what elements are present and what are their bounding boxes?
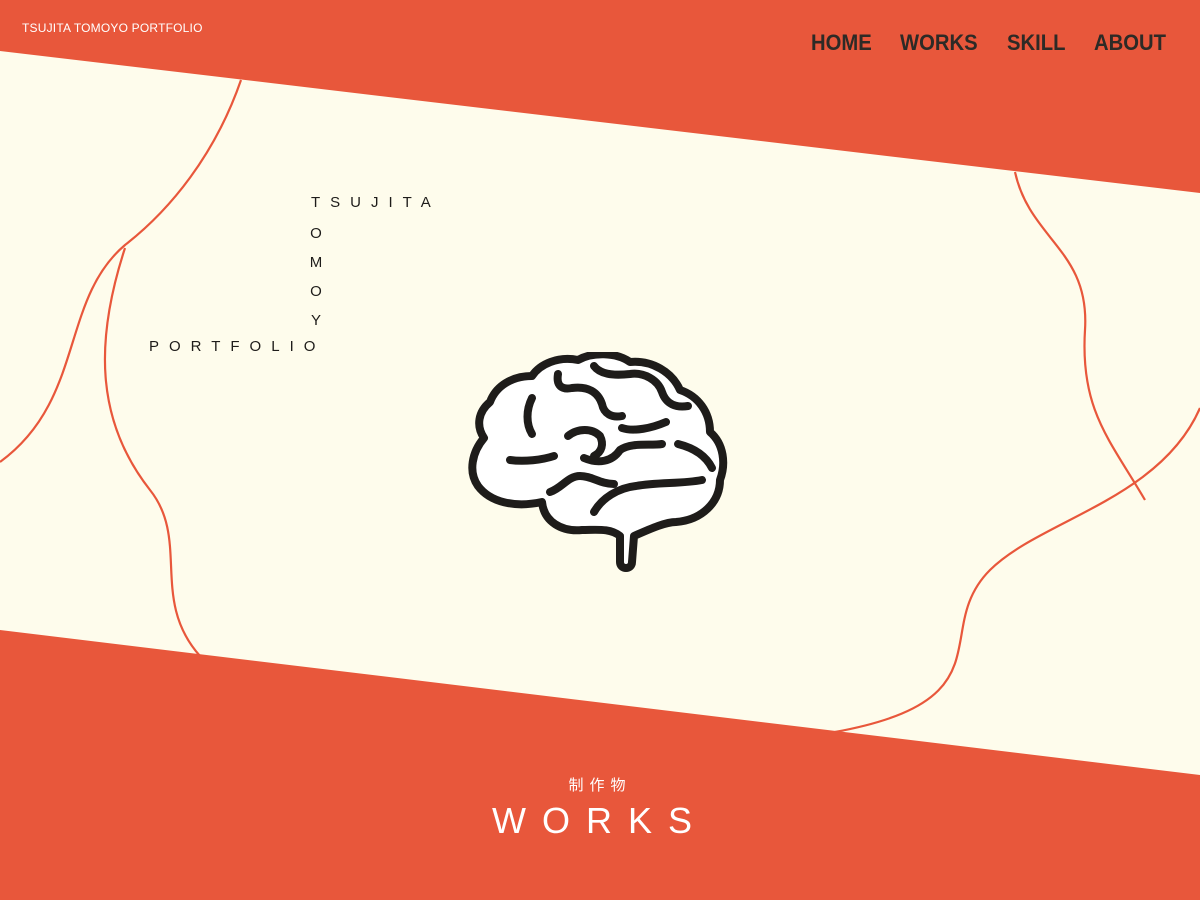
main-nav: HOME WORKS SKILL ABOUT (811, 30, 1172, 56)
curve-right-inner (1013, 171, 1146, 501)
nav-skill[interactable]: SKILL (1007, 30, 1065, 56)
bottom-band (0, 630, 1200, 900)
section-title: WORKS (491, 800, 708, 841)
curve-left-inner (103, 247, 201, 657)
curve-left-outer (0, 79, 243, 463)
site-title[interactable]: TSUJITA TOMOYO PORTFOLIO (22, 21, 203, 35)
nav-works[interactable]: WORKS (900, 30, 978, 56)
nav-about[interactable]: ABOUT (1094, 30, 1166, 56)
nav-home[interactable]: HOME (811, 30, 872, 56)
brain-icon (468, 352, 728, 572)
curve-right-outer (834, 407, 1200, 734)
section-subtitle: 制作物 (568, 776, 632, 794)
